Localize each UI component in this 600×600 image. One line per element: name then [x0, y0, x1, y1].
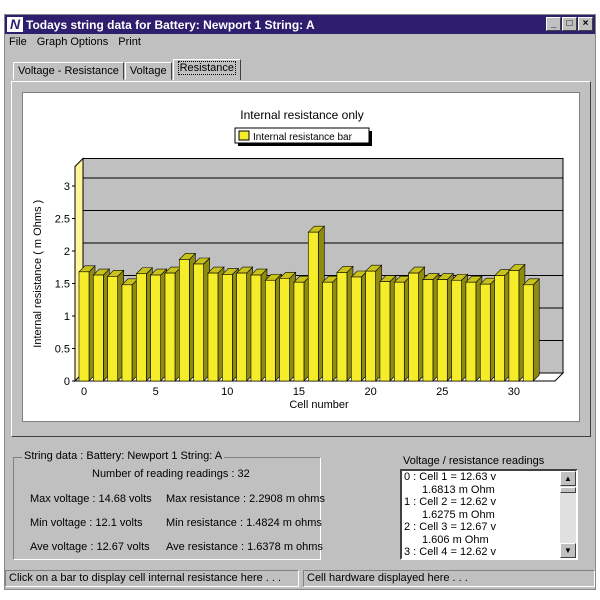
bar [222, 274, 233, 382]
bar [494, 275, 505, 382]
x-tick-label: 30 [508, 386, 520, 398]
scroll-thumb[interactable] [560, 487, 576, 493]
readings-title: Voltage / resistance readings [403, 455, 545, 467]
y-tick-label: 1.5 [55, 279, 70, 291]
bar [236, 272, 247, 382]
bar [451, 279, 462, 382]
bar [408, 272, 419, 382]
maximize-button[interactable]: □ [562, 17, 577, 31]
bar [436, 279, 448, 382]
scrollbar[interactable]: ▲ ▼ [560, 471, 576, 558]
ave-resistance: Ave resistance : 1.6378 m ohms [166, 541, 323, 553]
x-tick-label: 5 [153, 386, 159, 398]
bar [508, 270, 520, 382]
x-axis-label: Cell number [289, 399, 349, 411]
bar [307, 231, 319, 382]
minimize-button[interactable]: _ [546, 17, 561, 31]
bar [264, 279, 276, 382]
reading-count: Number of reading readings : 32 [92, 468, 250, 480]
max-voltage: Max voltage : 14.68 volts [30, 493, 152, 505]
bar [479, 283, 491, 382]
y-tick-label: 2 [64, 246, 70, 258]
string-data-legend: String data : Battery: Newport 1 String:… [22, 450, 225, 462]
app-logo-icon: N [7, 17, 23, 32]
title-bar: N Todays string data for Battery: Newpor… [5, 15, 595, 34]
bar [322, 281, 333, 382]
max-resistance: Max resistance : 2.2908 m ohms [166, 493, 325, 505]
bar [207, 272, 219, 382]
x-tick-label: 15 [293, 386, 305, 398]
bar [336, 272, 348, 382]
y-tick-label: 2.5 [55, 214, 70, 226]
reading-item[interactable]: 3 : Cell 4 = 12.62 v [402, 546, 576, 558]
menu-graph-options[interactable]: Graph Options [37, 36, 109, 48]
tab-voltage[interactable]: Voltage [124, 62, 172, 80]
bar [136, 273, 147, 382]
y-tick-label: 0 [64, 376, 70, 388]
reading-item[interactable]: 1.6275 m Ohm [402, 509, 576, 522]
x-tick-label: 20 [364, 386, 376, 398]
bar [78, 271, 90, 382]
bar [379, 281, 391, 382]
bar [107, 276, 118, 382]
status-left: Click on a bar to display cell internal … [5, 570, 299, 587]
close-button[interactable]: × [578, 17, 593, 31]
resistance-chart: Internal resistance only Internal resista… [22, 92, 580, 422]
bar [422, 279, 434, 382]
y-axis-label: Internal resistance ( m Ohms ) [32, 200, 44, 348]
menu-print[interactable]: Print [118, 36, 141, 48]
reading-item[interactable]: 2 : Cell 3 = 12.67 v [402, 521, 576, 534]
tab-resistance-label: Resistance [177, 61, 237, 75]
menu-file[interactable]: File [9, 36, 27, 48]
app-window: N Todays string data for Battery: Newpor… [4, 14, 596, 590]
bar [193, 263, 204, 382]
scroll-down-icon[interactable]: ▼ [560, 543, 576, 558]
reading-item[interactable]: 1 : Cell 2 = 12.62 v [402, 496, 576, 509]
bar [365, 270, 376, 382]
y-tick-label: 3 [64, 181, 70, 193]
bar [393, 281, 405, 382]
readings-listbox[interactable]: 0 : Cell 1 = 12.63 v 1.6813 m Ohm 1 : Cell… [400, 469, 578, 560]
reading-item[interactable]: 1.606 m Ohm [402, 534, 576, 547]
bar [93, 274, 104, 382]
menu-bar: File Graph Options Print [9, 36, 141, 48]
x-tick-label: 10 [221, 386, 233, 398]
legend-label: Internal resistance bar [253, 132, 353, 143]
bar [465, 281, 477, 382]
bar [121, 284, 133, 382]
tab-strip: Voltage - Resistance Voltage Resistance [13, 59, 242, 80]
min-voltage: Min voltage : 12.1 volts [30, 517, 143, 529]
window-title: Todays string data for Battery: Newport … [26, 17, 315, 32]
bar [279, 278, 290, 382]
y-tick-label: 1 [64, 311, 70, 323]
bar-side [532, 278, 540, 382]
bar [250, 274, 262, 382]
scroll-up-icon[interactable]: ▲ [560, 471, 576, 486]
chart-svg: Internal resistance only Internal resista… [32, 108, 565, 411]
bar [150, 274, 161, 382]
ave-voltage: Ave voltage : 12.67 volts [30, 541, 150, 553]
status-right: Cell hardware displayed here . . . [303, 570, 595, 587]
tab-panel: Internal resistance only Internal resista… [11, 81, 591, 437]
bar [293, 281, 305, 382]
x-tick-label: 25 [436, 386, 448, 398]
min-resistance: Min resistance : 1.4824 m ohms [166, 517, 322, 529]
tab-resistance[interactable]: Resistance [172, 59, 242, 80]
tab-voltage-resistance[interactable]: Voltage - Resistance [13, 62, 124, 80]
reading-item[interactable]: 0 : Cell 1 = 12.63 v [402, 471, 576, 484]
y-tick-label: 0.5 [55, 344, 70, 356]
chart-title: Internal resistance only [240, 108, 363, 122]
bar [350, 276, 362, 382]
bar [179, 259, 190, 382]
legend-swatch [238, 130, 250, 141]
bar [522, 284, 534, 382]
string-data-group: String data : Battery: Newport 1 String:… [13, 450, 325, 560]
bar [164, 272, 176, 382]
x-tick-label: 0 [81, 386, 87, 398]
reading-item[interactable]: 1.6813 m Ohm [402, 484, 576, 497]
